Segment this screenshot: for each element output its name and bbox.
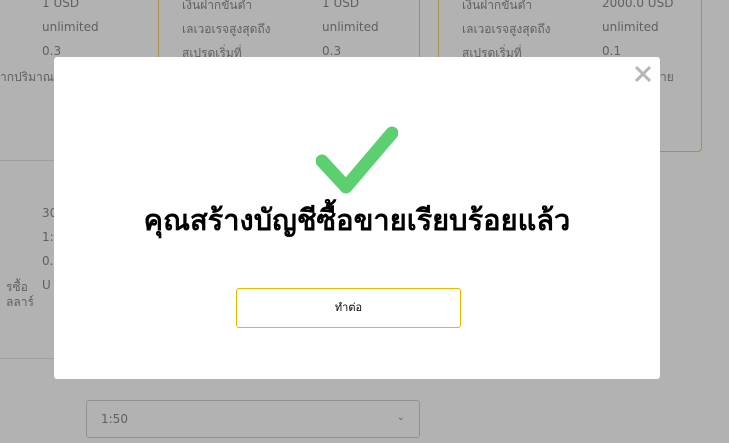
- success-title: คุณสร้างบัญชีซื้อขายเรียบร้อยแล้ว: [143, 203, 571, 237]
- close-icon[interactable]: [632, 63, 654, 85]
- success-modal: คุณสร้างบัญชีซื้อขายเรียบร้อยแล้ว ทำต่อ: [54, 57, 660, 379]
- page: 1 USD unlimited 0.3 ากปริมาณ เงินฝากขั้น…: [0, 0, 729, 443]
- continue-button[interactable]: ทำต่อ: [236, 288, 461, 328]
- checkmark-icon: [315, 125, 399, 197]
